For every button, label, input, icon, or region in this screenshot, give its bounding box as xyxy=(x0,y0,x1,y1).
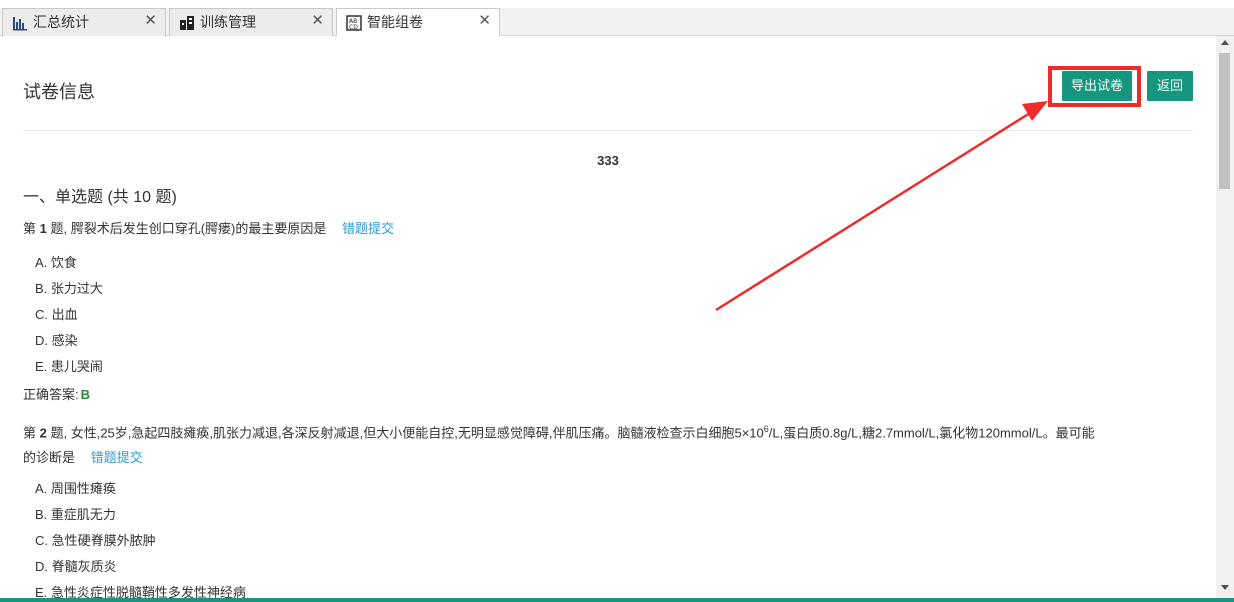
tab-label: 训练管理 xyxy=(200,14,256,30)
tab-label: 智能组卷 xyxy=(367,14,423,30)
bar-chart-icon xyxy=(13,17,27,31)
question-line-2: 的诊断是 错题提交 xyxy=(23,445,1193,470)
report-error-link[interactable]: 错题提交 xyxy=(342,221,394,236)
svg-text:CD: CD xyxy=(349,24,358,31)
question-prefix: 第 xyxy=(23,425,40,441)
paper-name: 333 xyxy=(597,153,619,168)
report-error-link[interactable]: 错题提交 xyxy=(91,450,143,465)
option-a: A. 周围性瘫痪 xyxy=(35,481,116,496)
question-number-suffix: 题, xyxy=(46,221,68,236)
tab-bar-top-strip xyxy=(0,0,1234,8)
option-e: E. 患儿哭闹 xyxy=(35,359,103,374)
question-line-1: 第 2 题, 女性,25岁,急起四肢瘫痪,肌张力减退,各深反射减退,但大小便能自… xyxy=(23,417,1193,445)
scroll-down-icon[interactable] xyxy=(1221,585,1229,590)
answer-value: B xyxy=(80,387,91,402)
tab-label: 汇总统计 xyxy=(33,14,89,30)
question-number: 1 xyxy=(39,221,47,236)
option-d: D. 感染 xyxy=(35,333,78,348)
abc-paper-icon: AB CD xyxy=(346,15,362,31)
question-text: 腭裂术后发生创口穿孔(腭瘘)的最主要原因是 xyxy=(70,221,327,236)
option-a: A. 饮食 xyxy=(35,255,77,270)
document-stack-icon xyxy=(180,16,194,30)
scroll-up-icon[interactable] xyxy=(1221,40,1229,45)
option-c: C. 急性硬脊膜外脓肿 xyxy=(35,533,156,548)
section-title: 一、单选题 (共 10 题) xyxy=(23,183,177,207)
tab-training-management[interactable]: 训练管理 ✕ xyxy=(169,8,333,36)
annotation-highlight-box xyxy=(1048,66,1141,107)
main-content: 试卷信息 导出试卷 返回 333 一、单选题 (共 10 题) 第 1 题, 腭… xyxy=(0,36,1216,598)
question-number-suffix: 题, xyxy=(46,425,68,441)
question-stem: 第 2 题, 女性,25岁,急起四肢瘫痪,肌张力减退,各深反射减退,但大小便能自… xyxy=(23,417,1193,470)
question-stem: 第 1 题, 腭裂术后发生创口穿孔(腭瘘)的最主要原因是 错题提交 xyxy=(23,216,394,241)
option-b: B. 重症肌无力 xyxy=(35,507,116,522)
close-icon[interactable]: ✕ xyxy=(144,12,157,30)
scroll-thumb[interactable] xyxy=(1219,53,1230,189)
option-c: C. 出血 xyxy=(35,307,78,322)
close-icon[interactable]: ✕ xyxy=(311,12,324,30)
tab-summary-statistics[interactable]: 汇总统计 ✕ xyxy=(2,8,166,36)
vertical-scrollbar[interactable] xyxy=(1216,36,1234,598)
tab-bar: 汇总统计 ✕ 训练管理 ✕ AB CD 智能组卷 ✕ xyxy=(0,0,1234,36)
question-prefix: 第 xyxy=(23,221,40,236)
close-icon[interactable]: ✕ xyxy=(478,12,491,30)
question-text-end: 的诊断是 xyxy=(23,450,76,466)
correct-answer: 正确答案: B xyxy=(23,384,90,403)
section-title-text: 一、单选题 (共 xyxy=(23,189,134,206)
section-question-count: 10 xyxy=(133,189,152,206)
page-title: 试卷信息 xyxy=(23,82,95,102)
option-e: E. 急性炎症性脱髓鞘性多发性神经病 xyxy=(35,585,246,598)
option-d: D. 脊髓灰质炎 xyxy=(35,559,117,574)
bottom-accent-line xyxy=(0,598,1234,602)
divider xyxy=(23,130,1193,131)
tab-smart-paper[interactable]: AB CD 智能组卷 ✕ xyxy=(336,8,500,36)
answer-label: 正确答案: xyxy=(23,387,79,402)
question-text-continued: /L,蛋白质0.8g/L,糖2.7mmol/L,氯化物120mmol/L。最可能 xyxy=(768,425,1095,441)
option-b: B. 张力过大 xyxy=(35,281,103,296)
question-text: 女性,25岁,急起四肢瘫痪,肌张力减退,各深反射减退,但大小便能自控,无明显感觉… xyxy=(70,425,764,441)
section-title-suffix: 题) xyxy=(151,189,177,206)
back-button[interactable]: 返回 xyxy=(1147,71,1193,101)
question-number: 2 xyxy=(39,425,47,441)
